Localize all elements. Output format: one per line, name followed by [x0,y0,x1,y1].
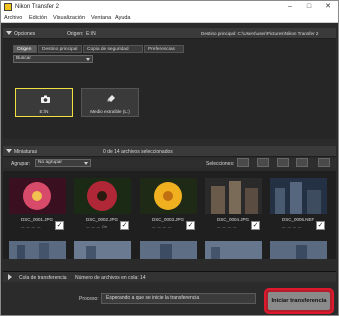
app-icon [4,3,12,11]
maximize-icon[interactable]: □ [301,2,317,12]
thumbnail-image[interactable] [205,178,262,214]
menu-archivo[interactable]: Archivo [4,15,22,21]
group-label: Agrupar: [11,161,31,167]
menu-edicion[interactable]: Edición [29,15,47,21]
thumbnail-image[interactable] [270,241,327,259]
collapse-icon[interactable] [6,31,12,35]
tab-destino-principal[interactable]: Destino principal [38,45,82,53]
thumbnail-checkbox[interactable]: ✓ [316,221,325,230]
search-dropdown[interactable]: Buscar [13,55,93,63]
queue-title: Cola de transferencia [19,275,67,281]
thumbnail-image[interactable] [74,241,131,259]
chevron-down-icon [84,162,88,165]
select-new-icon[interactable] [257,158,269,167]
group-dropdown[interactable]: No agrupar [35,159,91,167]
options-header[interactable]: Opciones Origen: E:\N Destino principal:… [3,28,336,39]
source-removable-label: Medio extraíble (L:) [90,109,130,114]
expand-icon[interactable] [8,274,12,280]
menu-bar: Archivo Edición Visualización Ventana Ay… [1,13,338,23]
camera-icon [41,95,50,103]
app-window: Nikon Transfer 2 – □ ✕ Archivo Edición V… [0,0,339,316]
select-protected-icon[interactable] [277,158,289,167]
chevron-down-icon [86,58,90,61]
thumbnail-image[interactable] [9,241,66,259]
queue-header[interactable]: Cola de transferencia Número de archivos… [3,271,336,282]
thumbnails-header[interactable]: Miniaturas 0 de 14 archivos seleccionado… [3,146,336,157]
flower-photo [9,178,66,214]
thumbnail-checkbox[interactable]: ✓ [251,221,260,230]
close-icon[interactable]: ✕ [320,2,336,12]
source-camera-label: E:\N [39,109,49,114]
start-transfer-label: Iniciar transferencia [268,292,330,310]
thumbnail-checkbox[interactable]: ✓ [186,221,195,230]
origin-label: Origen: [67,31,84,37]
minimize-icon[interactable]: – [282,2,298,12]
process-label: Proceso: [79,296,99,302]
building-photo [205,178,262,214]
group-value: No agrupar [38,160,62,165]
menu-visualizacion[interactable]: Visualización [53,15,85,21]
thumbnail-checkbox[interactable]: ✓ [120,221,129,230]
city-photo [205,241,262,259]
thumbnail-meta: — — — — [21,225,41,229]
collapse-icon[interactable] [6,149,12,153]
list-view-icon[interactable] [318,158,330,167]
menu-ventana[interactable]: Ventana [91,15,111,21]
options-title: Opciones [14,31,36,37]
thumbnail-image[interactable] [140,178,197,214]
source-removable-media[interactable]: Medio extraíble (L:) [81,88,139,117]
process-status: Esperando a que se inicie la transferenc… [101,293,256,304]
search-value: Buscar [16,56,31,61]
thumbnail-meta: — — — — [152,225,172,229]
thumbnail-grid: DSC_0001.JPG DSC_0002.JPG DSC_0003.JPG D… [3,171,336,259]
select-all-icon[interactable] [237,158,249,167]
select-label: Selecciones: [206,161,235,167]
tab-preferencias[interactable]: Preferencias [144,45,184,53]
city-photo [74,241,131,259]
thumbnail-checkbox[interactable]: ✓ [55,221,64,230]
thumbnail-image[interactable] [9,178,66,214]
thumbnails-title: Miniaturas [14,149,38,155]
removable-media-icon [107,95,115,102]
thumbnail-meta: — — — — [282,225,302,229]
start-transfer-button[interactable]: Iniciar transferencia [264,288,334,314]
queue-count: Número de archivos en cola: 14 [75,275,146,281]
thumbnail-image[interactable] [74,178,131,214]
flower-photo [140,178,197,214]
thumbnail-image[interactable] [270,178,327,214]
flower-photo [74,178,131,214]
thumbnail-meta: — — — — [217,225,237,229]
thumbnail-meta: — — — On [86,225,108,229]
city-photo [270,178,327,214]
source-camera[interactable]: E:\N [15,88,73,117]
title-bar: Nikon Transfer 2 – □ ✕ [1,1,338,13]
thumbnail-image[interactable] [205,241,262,259]
city-photo [9,241,66,259]
tab-origen[interactable]: Origen [13,45,37,53]
view-icon[interactable] [296,158,308,167]
city-photo [140,241,197,259]
destination-text: Destino principal: C:\Users\user\Picture… [201,31,319,36]
tab-copia-seguridad[interactable]: Copia de seguridad [83,45,143,53]
thumbnail-image[interactable] [140,241,197,259]
menu-ayuda[interactable]: Ayuda [115,15,131,21]
city-photo [270,241,327,259]
window-title: Nikon Transfer 2 [15,4,60,10]
selected-count: 0 de 14 archivos seleccionados [103,149,173,155]
origin-value: E:\N [86,31,96,37]
